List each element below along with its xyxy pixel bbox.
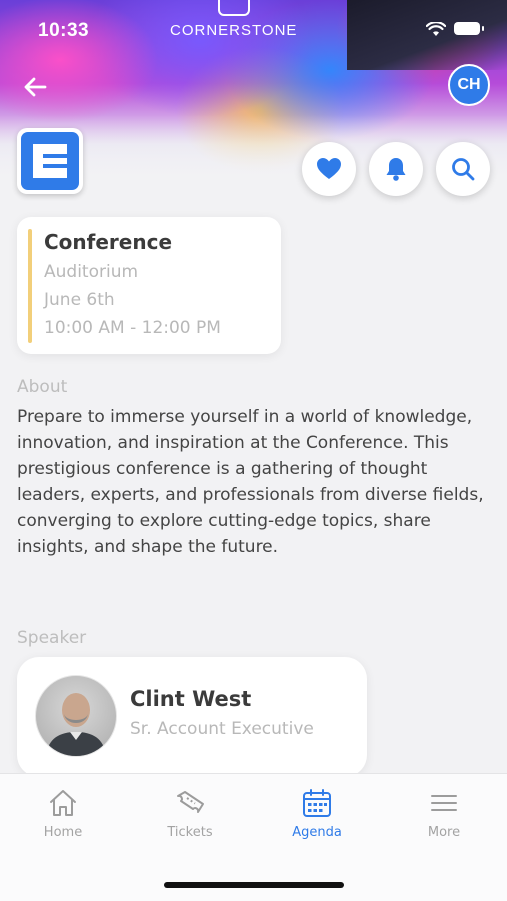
home-indicator[interactable] — [164, 882, 344, 888]
speaker-avatar — [35, 675, 117, 757]
battery-icon — [454, 22, 484, 35]
tab-agenda-label: Agenda — [292, 825, 342, 840]
speaker-role: Sr. Account Executive — [130, 719, 314, 739]
back-arrow-icon[interactable] — [18, 70, 52, 104]
tab-home[interactable]: Home — [8, 786, 118, 840]
heart-icon — [317, 158, 341, 179]
notification-button[interactable] — [369, 142, 423, 196]
event-logo-mark — [21, 132, 79, 190]
card-accent-bar — [28, 229, 32, 343]
speaker-name: Clint West — [130, 687, 252, 711]
wifi-icon — [426, 22, 446, 36]
user-avatar[interactable]: CH — [448, 64, 490, 106]
session-info-card: Conference Auditorium June 6th 10:00 AM … — [17, 217, 281, 354]
ticket-icon — [177, 791, 204, 813]
speaker-portrait — [46, 693, 106, 756]
tab-tickets-label: Tickets — [167, 825, 213, 840]
menu-icon — [431, 795, 457, 811]
tab-agenda[interactable]: Agenda — [262, 786, 372, 840]
tab-tickets[interactable]: Tickets — [135, 786, 245, 840]
speaker-card[interactable]: Clint West Sr. Account Executive — [17, 657, 367, 777]
calendar-icon — [303, 789, 331, 817]
session-title: Conference — [44, 230, 173, 254]
about-heading: About — [17, 377, 68, 397]
search-button[interactable] — [436, 142, 490, 196]
bell-icon — [386, 158, 406, 181]
session-time: 10:00 AM - 12:00 PM — [44, 318, 221, 338]
event-logo — [17, 128, 83, 194]
brand-logo-mark — [218, 0, 250, 16]
home-icon — [50, 790, 76, 816]
speaker-heading: Speaker — [17, 628, 87, 648]
favorite-button[interactable] — [302, 142, 356, 196]
session-location: Auditorium — [44, 262, 139, 282]
about-description: Prepare to immerse yourself in a world o… — [17, 407, 484, 557]
status-time: 10:33 — [38, 20, 90, 41]
session-date: June 6th — [44, 290, 115, 310]
search-icon — [452, 158, 475, 181]
tab-home-label: Home — [43, 825, 83, 840]
tab-more-label: More — [427, 825, 461, 840]
brand-name: CORNERSTONE — [170, 22, 298, 39]
logo-e-icon — [33, 144, 67, 178]
tab-more[interactable]: More — [389, 786, 499, 840]
